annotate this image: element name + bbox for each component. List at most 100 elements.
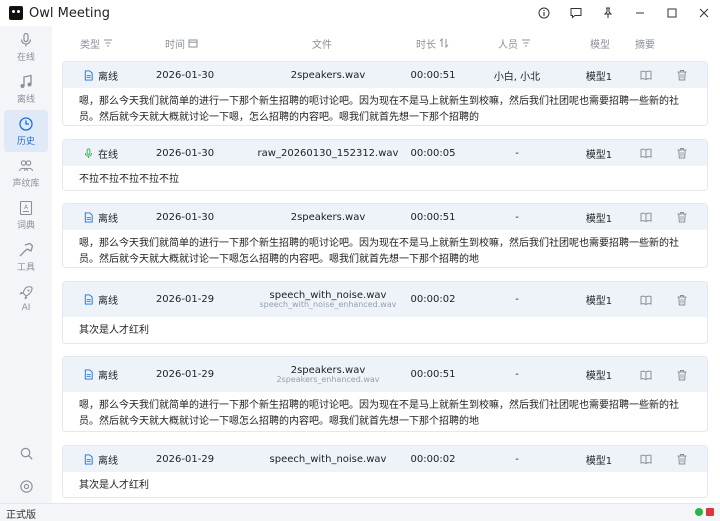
- sort-icon[interactable]: [439, 38, 449, 48]
- row-type: 离线: [83, 62, 118, 88]
- filter-icon[interactable]: [103, 38, 113, 48]
- delete-button[interactable]: [673, 140, 691, 166]
- sidebar-item-dictionary[interactable]: A 词典: [0, 194, 52, 236]
- sidebar-item-ai[interactable]: AI: [0, 278, 52, 320]
- row-type: 离线: [83, 446, 118, 472]
- maximize-icon[interactable]: [656, 0, 688, 26]
- row-model: 模型1: [585, 213, 613, 225]
- history-row[interactable]: 离线 2026-01-30 2speakers.wav 00:00:51 小白,…: [62, 61, 708, 126]
- row-transcript: 其次是人才红利: [79, 325, 149, 336]
- dictionary-icon: A: [19, 200, 33, 215]
- title-bar: Owl Meeting: [0, 0, 720, 26]
- history-row[interactable]: 离线 2026-01-29 2speakers.wav 2speakers_en…: [62, 356, 708, 432]
- header-people[interactable]: 人员: [498, 26, 531, 60]
- summary-button[interactable]: [637, 140, 655, 166]
- minimize-icon[interactable]: [624, 0, 656, 26]
- rocket-icon: [19, 286, 33, 300]
- row-file-name: 2speakers.wav: [290, 211, 366, 223]
- row-transcript: 嗯，那么今天我们就简单的进行一下那个新生招聘的呃讨论吧。因为现在不是马上就新生到…: [79, 96, 679, 123]
- history-row[interactable]: 离线 2026-01-30 2speakers.wav 00:00:51 - 模…: [62, 203, 708, 268]
- file-icon: [84, 369, 93, 380]
- trash-icon: [677, 70, 687, 81]
- close-icon[interactable]: [688, 0, 720, 26]
- row-transcript: 嗯，那么今天我们就简单的进行一下那个新生招聘的呃讨论吧。因为现在不是马上就新生到…: [79, 238, 679, 265]
- sidebar-item-tools[interactable]: 工具: [0, 236, 52, 278]
- mic-icon: [84, 147, 93, 158]
- window-controls: [528, 0, 720, 26]
- history-icon: [19, 116, 33, 131]
- summary-button[interactable]: [637, 446, 655, 472]
- summary-button[interactable]: [637, 62, 655, 88]
- row-file-enhanced-name: speech_with_noise_enhanced.wav: [259, 299, 397, 309]
- delete-button[interactable]: [673, 62, 691, 88]
- history-row[interactable]: 离线 2026-01-29 speech_with_noise.wav 00:0…: [62, 445, 708, 498]
- mic-icon: [20, 32, 32, 46]
- header-model: 模型: [590, 26, 610, 60]
- trash-icon: [677, 212, 687, 223]
- row-transcript: 不拉不拉不拉不拉不拉: [79, 174, 179, 185]
- summary-button[interactable]: [637, 357, 655, 392]
- row-type-label: 在线: [98, 149, 118, 161]
- header-duration-label: 时长: [416, 39, 436, 51]
- settings-button[interactable]: [0, 479, 52, 494]
- history-row[interactable]: 离线 2026-01-29 speech_with_noise.wav spee…: [62, 281, 708, 344]
- row-file-name: raw_20260130_152312.wav: [257, 147, 399, 159]
- header-type[interactable]: 类型: [80, 26, 113, 60]
- settings-icon: [19, 480, 33, 493]
- search-icon: [20, 447, 33, 460]
- sidebar-item-offline[interactable]: 离线: [0, 68, 52, 110]
- row-file-name: speech_with_noise.wav: [269, 453, 387, 465]
- delete-button[interactable]: [673, 204, 691, 230]
- row-duration: 00:00:05: [410, 147, 456, 159]
- column-header: 类型 时间 文件 时长 人员 模型 摘要: [52, 26, 720, 60]
- row-duration: 00:00:51: [410, 211, 456, 223]
- row-type: 离线: [83, 282, 118, 317]
- row-duration: 00:00:51: [410, 69, 456, 81]
- row-people: -: [515, 147, 519, 159]
- row-people: -: [515, 369, 519, 380]
- sidebar-item-label: AI: [21, 303, 31, 313]
- chat-icon[interactable]: [560, 0, 592, 26]
- row-file-name: 2speakers.wav: [290, 364, 366, 376]
- file-icon: [84, 294, 93, 305]
- sidebar-item-label: 历史: [16, 136, 35, 147]
- row-duration: 00:00:02: [410, 453, 456, 465]
- delete-button[interactable]: [673, 357, 691, 392]
- row-people: -: [515, 294, 519, 305]
- filter-icon[interactable]: [521, 38, 531, 48]
- sidebar-item-online[interactable]: 在线: [0, 26, 52, 68]
- pin-icon[interactable]: [592, 0, 624, 26]
- header-model-label: 模型: [590, 39, 610, 51]
- header-time[interactable]: 时间: [165, 26, 198, 60]
- header-file: 文件: [312, 26, 332, 60]
- search-button[interactable]: [0, 446, 52, 461]
- row-type-label: 离线: [98, 213, 118, 225]
- header-duration[interactable]: 时长: [416, 26, 449, 60]
- trash-icon: [677, 148, 687, 159]
- delete-button[interactable]: [673, 446, 691, 472]
- trash-icon: [677, 294, 687, 305]
- row-transcript: 其次是人才红利: [79, 480, 149, 491]
- info-icon[interactable]: [528, 0, 560, 26]
- row-file-name: 2speakers.wav: [290, 69, 366, 81]
- summary-button[interactable]: [637, 204, 655, 230]
- calendar-icon[interactable]: [188, 38, 198, 48]
- file-icon: [84, 211, 93, 223]
- sidebar-item-label: 词典: [16, 220, 35, 231]
- row-duration: 00:00:51: [410, 369, 456, 380]
- sidebar-item-voiceprint[interactable]: 声纹库: [0, 152, 52, 194]
- header-file-label: 文件: [312, 39, 332, 51]
- row-people: -: [515, 211, 519, 223]
- summary-button[interactable]: [637, 282, 655, 317]
- book-icon: [640, 370, 652, 380]
- app-title: Owl Meeting: [29, 5, 111, 21]
- history-row[interactable]: 在线 2026-01-30 raw_20260130_152312.wav 00…: [62, 139, 708, 191]
- tools-icon: [19, 242, 34, 256]
- delete-button[interactable]: [673, 282, 691, 317]
- book-icon: [640, 148, 652, 159]
- sidebar-item-history[interactable]: 历史: [4, 110, 48, 152]
- header-people-label: 人员: [498, 39, 518, 51]
- sidebar-item-label: 离线: [16, 94, 35, 105]
- row-transcript: 嗯，那么今天我们就简单的进行一下那个新生招聘的呃讨论吧。因为现在不是马上就新生到…: [79, 400, 679, 427]
- row-model: 模型1: [585, 71, 613, 83]
